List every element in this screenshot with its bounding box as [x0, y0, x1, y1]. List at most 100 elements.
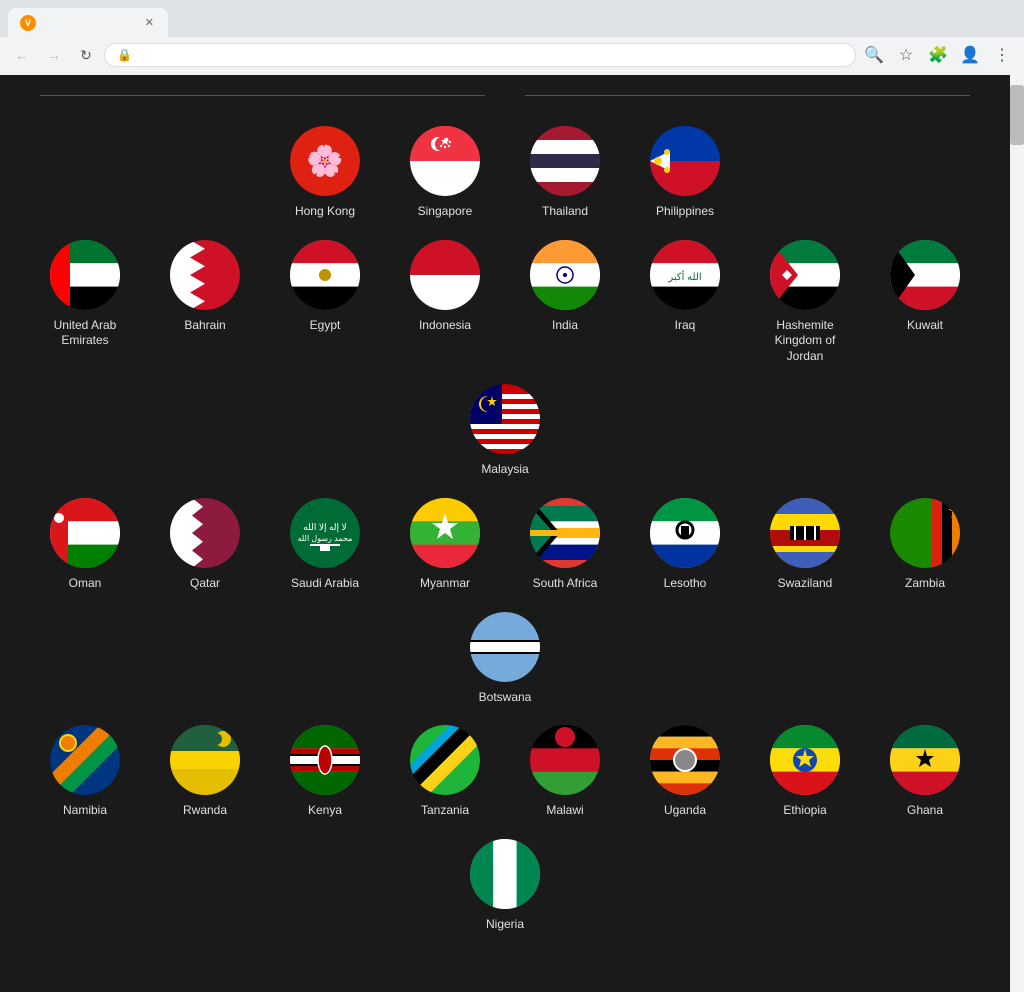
country-item-bh[interactable]: Bahrain: [160, 240, 250, 365]
country-name-th: Thailand: [542, 204, 588, 220]
country-name-in: India: [552, 318, 578, 334]
country-name-ls: Lesotho: [664, 576, 707, 592]
flag-circle-bh: [170, 240, 240, 310]
country-item-zm[interactable]: Zambia: [880, 498, 970, 592]
country-item-za[interactable]: South Africa: [520, 498, 610, 592]
country-item-mm[interactable]: Myanmar: [400, 498, 490, 592]
country-name-ae: United Arab Emirates: [40, 318, 130, 349]
address-bar-row: ← → ↻ 🔒 🔍 ☆ 🧩 👤 ⋮: [0, 37, 1024, 75]
flag-circle-ng: [470, 839, 540, 909]
window-controls: [874, 9, 1016, 37]
reload-button[interactable]: ↻: [72, 41, 100, 69]
country-item-jo[interactable]: Hashemite Kingdom of Jordan: [760, 240, 850, 365]
country-name-bh: Bahrain: [184, 318, 225, 334]
country-item-ls[interactable]: Lesotho: [640, 498, 730, 592]
search-icon[interactable]: 🔍: [860, 41, 888, 69]
country-item-qa[interactable]: Qatar: [160, 498, 250, 592]
country-item-my[interactable]: Malaysia: [460, 384, 550, 478]
country-name-ph: Philippines: [656, 204, 714, 220]
forward-button[interactable]: →: [40, 41, 68, 69]
header-line-left: [40, 95, 485, 96]
country-item-iq[interactable]: الله أكبر Iraq: [640, 240, 730, 365]
country-name-sg: Singapore: [418, 204, 473, 220]
new-tab-button[interactable]: [172, 19, 188, 27]
flag-circle-qa: [170, 498, 240, 568]
flag-circle-mw: ☀: [530, 725, 600, 795]
country-name-gh: Ghana: [907, 803, 943, 819]
flag-circle-et: [770, 725, 840, 795]
flag-circle-gh: [890, 725, 960, 795]
flag-circle-om: [50, 498, 120, 568]
extensions-icon[interactable]: 🧩: [924, 41, 952, 69]
flag-circle-ls: [650, 498, 720, 568]
flag-circle-eg: [290, 240, 360, 310]
svg-text:لا إله إلا الله: لا إله إلا الله: [303, 522, 346, 533]
flag-circle-ug: [650, 725, 720, 795]
country-name-mm: Myanmar: [420, 576, 470, 592]
address-bar[interactable]: 🔒: [104, 43, 856, 67]
country-item-rw[interactable]: Rwanda: [160, 725, 250, 819]
tab-close-button[interactable]: ✕: [143, 14, 156, 31]
country-item-om[interactable]: Oman: [40, 498, 130, 592]
profile-icon[interactable]: 👤: [956, 41, 984, 69]
bot-country-section: Namibia Rwanda Kenya Tanzania: [40, 725, 970, 932]
country-item-et[interactable]: Ethiopia: [760, 725, 850, 819]
header-line-right: [525, 95, 970, 96]
restore-button[interactable]: [922, 9, 968, 37]
toolbar-icons: 🔍 ☆ 🧩 👤 ⋮: [860, 41, 1016, 69]
country-item-ae[interactable]: United Arab Emirates: [40, 240, 130, 365]
country-item-tz[interactable]: Tanzania: [400, 725, 490, 819]
flag-circle-tz: [410, 725, 480, 795]
country-name-id: Indonesia: [419, 318, 471, 334]
close-button[interactable]: [970, 9, 1016, 37]
country-name-iq: Iraq: [675, 318, 696, 334]
country-item-in[interactable]: India: [520, 240, 610, 365]
country-name-za: South Africa: [533, 576, 598, 592]
country-item-sz[interactable]: Swaziland: [760, 498, 850, 592]
minimize-button[interactable]: [874, 9, 920, 37]
flag-circle-my: [470, 384, 540, 454]
menu-icon[interactable]: ⋮: [988, 41, 1016, 69]
country-item-id[interactable]: Indonesia: [400, 240, 490, 365]
flag-circle-rw: [170, 725, 240, 795]
tab-favicon: V: [20, 15, 36, 31]
title-bar: V ✕: [0, 0, 1024, 37]
country-item-eg[interactable]: Egypt: [280, 240, 370, 365]
browser-chrome: V ✕ ← → ↻ 🔒 🔍 ☆ 🧩 👤 ⋮: [0, 0, 1024, 75]
page-content: 🌸 Hong Kong Singapore Thailand: [0, 75, 1010, 992]
country-name-qa: Qatar: [190, 576, 220, 592]
back-button[interactable]: ←: [8, 41, 36, 69]
country-name-eg: Egypt: [310, 318, 341, 334]
country-item-ke[interactable]: Kenya: [280, 725, 370, 819]
country-item-ug[interactable]: Uganda: [640, 725, 730, 819]
country-item-th[interactable]: Thailand: [520, 126, 610, 220]
country-item-ph[interactable]: Philippines: [640, 126, 730, 220]
flag-circle-sa: لا إله إلا الله محمد رسول الله: [290, 498, 360, 568]
country-item-kw[interactable]: Kuwait: [880, 240, 970, 365]
mid-country-section: United Arab Emirates Bahrain Egypt Indon…: [40, 240, 970, 478]
mid2-country-section: Oman Qatar لا إله إلا الله محمد رسول الل…: [40, 498, 970, 705]
country-item-na[interactable]: Namibia: [40, 725, 130, 819]
country-name-bw: Botswana: [479, 690, 532, 706]
country-item-ng[interactable]: Nigeria: [460, 839, 550, 933]
flag-circle-mm: [410, 498, 480, 568]
browser-tab[interactable]: V ✕: [8, 8, 168, 37]
flag-circle-in: [530, 240, 600, 310]
scrollbar-thumb[interactable]: [1010, 85, 1024, 145]
country-item-bw[interactable]: Botswana: [460, 612, 550, 706]
flag-circle-zm: [890, 498, 960, 568]
country-item-sg[interactable]: Singapore: [400, 126, 490, 220]
country-name-my: Malaysia: [481, 462, 528, 478]
country-item-gh[interactable]: Ghana: [880, 725, 970, 819]
country-item-sa[interactable]: لا إله إلا الله محمد رسول الله Saudi Ara…: [280, 498, 370, 592]
flag-circle-za: [530, 498, 600, 568]
country-item-hk[interactable]: 🌸 Hong Kong: [280, 126, 370, 220]
flag-circle-sz: [770, 498, 840, 568]
flag-circle-ke: [290, 725, 360, 795]
page-header: [40, 95, 970, 96]
country-item-mw[interactable]: ☀ Malawi: [520, 725, 610, 819]
bookmark-icon[interactable]: ☆: [892, 41, 920, 69]
flag-circle-hk: 🌸: [290, 126, 360, 196]
top-country-section: 🌸 Hong Kong Singapore Thailand: [40, 126, 970, 220]
scrollbar[interactable]: [1010, 75, 1024, 992]
